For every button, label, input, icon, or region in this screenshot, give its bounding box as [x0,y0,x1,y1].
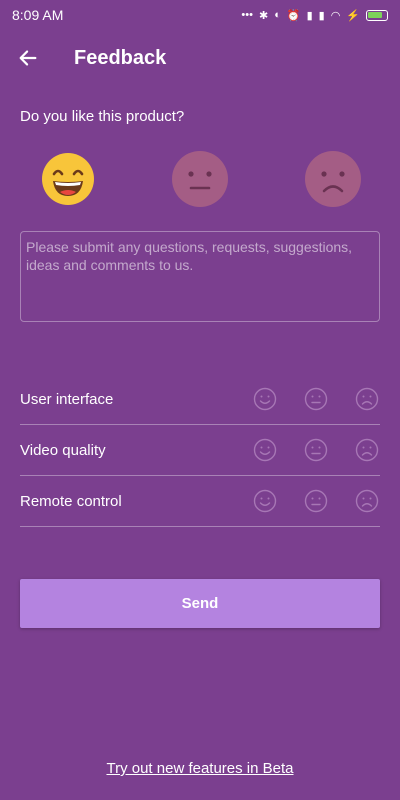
battery-icon [366,9,388,21]
rating-faces [227,386,380,412]
beta-link[interactable]: Try out new features in Beta [0,760,400,777]
rating-label: Video quality [20,441,106,459]
neutral-icon [304,387,328,411]
rating-row-remote-control: Remote control [20,476,380,527]
sad-rating-button[interactable] [354,488,380,514]
neutral-icon [304,489,328,513]
bluetooth-icon: ✱ [258,9,269,22]
status-bar: 8:09 AM ••• ✱ ◐ ⏰ ▮ ▮ ◠ ⚡ [0,0,400,30]
page-title: Feedback [74,46,167,69]
sad-face-icon [305,151,361,207]
signal-icon: ▮ [318,9,325,22]
alarm-icon: ⏰ [286,9,301,22]
happy-rating-button[interactable] [252,386,278,412]
frown-icon [355,387,379,411]
laughing-face-icon [42,153,94,205]
sad-rating-button[interactable] [354,386,380,412]
smile-icon [253,387,277,411]
app-bar: Feedback [0,38,400,78]
product-rating [0,150,400,208]
product-question: Do you like this product? [20,108,185,125]
charging-icon: ⚡ [346,9,360,22]
comment-input[interactable] [20,231,380,322]
rating-faces [227,488,380,514]
back-button[interactable] [16,46,40,70]
smile-icon [253,489,277,513]
neutral-rating-button[interactable] [303,437,329,463]
wifi-icon: ◠ [330,9,341,22]
smile-icon [253,438,277,462]
status-time: 8:09 AM [12,7,64,23]
neutral-rating-button[interactable] [303,488,329,514]
send-button[interactable]: Send [20,579,380,628]
frown-icon [355,438,379,462]
happy-rating-button[interactable] [252,488,278,514]
frown-icon [355,489,379,513]
neutral-face-icon [172,151,228,207]
rating-label: Remote control [20,492,122,510]
happy-face-button[interactable] [39,150,97,208]
sad-face-button[interactable] [304,150,362,208]
toggle-icon: ◐ [274,9,281,21]
dots-icon: ••• [241,9,253,21]
happy-rating-button[interactable] [252,437,278,463]
arrow-left-icon [19,50,37,66]
rating-label: User interface [20,390,114,408]
neutral-rating-button[interactable] [303,386,329,412]
signal-icon: ▮ [306,9,313,22]
rating-row-video-quality: Video quality [20,425,380,476]
neutral-face-button[interactable] [171,150,229,208]
status-icons: ••• ✱ ◐ ⏰ ▮ ▮ ◠ ⚡ [241,9,388,22]
rating-row-user-interface: User interface [20,374,380,425]
rating-faces [227,437,380,463]
neutral-icon [304,438,328,462]
sad-rating-button[interactable] [354,437,380,463]
